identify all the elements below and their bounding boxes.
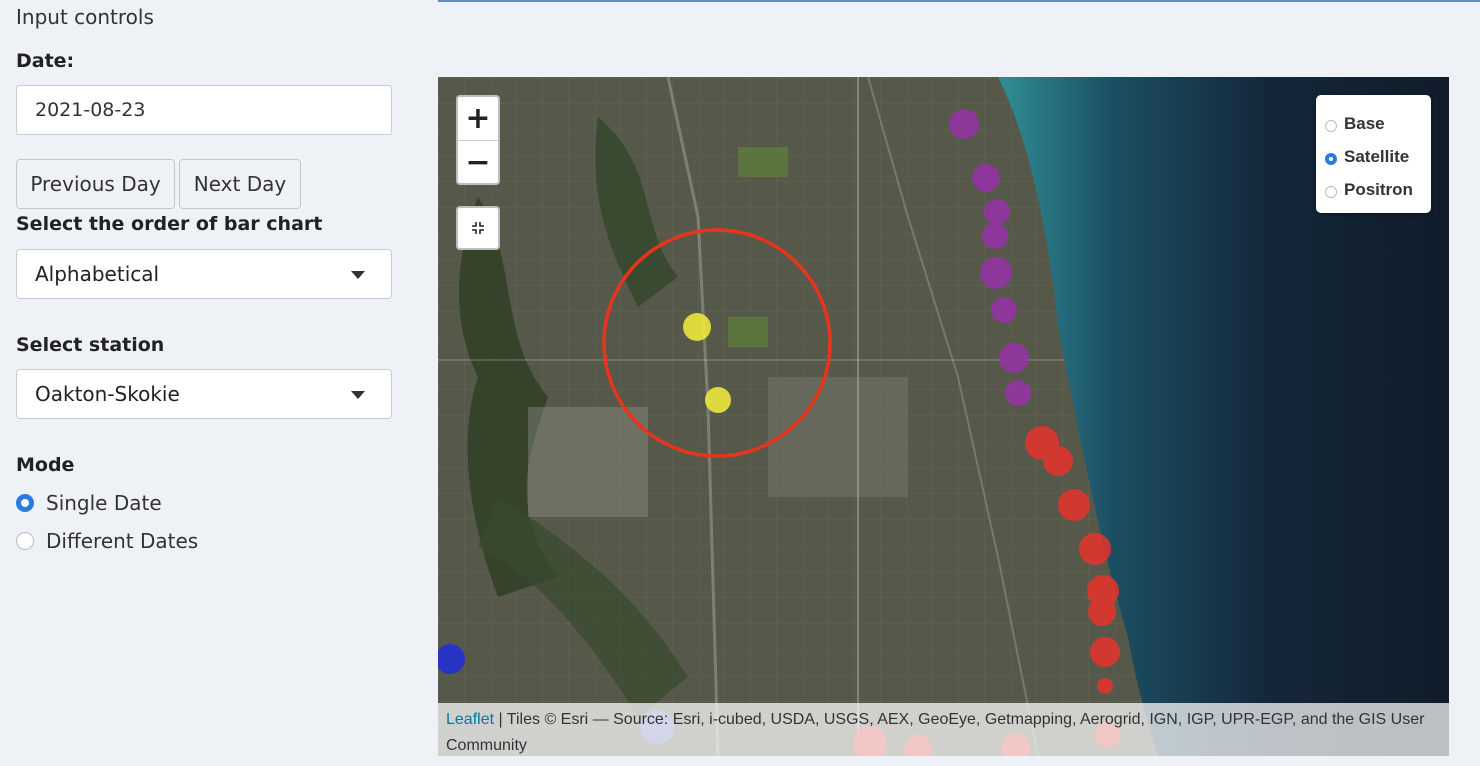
bar-order-value: Alphabetical xyxy=(35,262,160,286)
chevron-down-icon xyxy=(351,391,365,399)
sidebar-title: Input controls xyxy=(16,5,154,29)
mode-option-different-dates[interactable]: Different Dates xyxy=(16,529,198,553)
chevron-down-icon xyxy=(351,271,365,279)
zoom-control: + − xyxy=(456,95,500,185)
layer-option-positron[interactable]: Positron xyxy=(1325,173,1431,206)
mode-option-label: Single Date xyxy=(46,491,162,515)
leaflet-link[interactable]: Leaflet xyxy=(446,711,494,728)
radio-unselected-icon[interactable] xyxy=(16,532,34,550)
compress-icon[interactable] xyxy=(456,206,500,250)
layer-label: Positron xyxy=(1344,179,1413,199)
date-label: Date: xyxy=(16,50,75,72)
layer-option-satellite[interactable]: Satellite xyxy=(1325,140,1431,173)
attribution-text: | Tiles © Esri — Source: Esri, i-cubed, … xyxy=(446,711,1425,754)
station-select[interactable]: Oakton-Skokie xyxy=(16,369,392,419)
layer-label: Base xyxy=(1344,113,1385,133)
fullscreen-exit-icon xyxy=(472,222,484,234)
next-day-button[interactable]: Next Day xyxy=(179,159,301,209)
mode-option-label: Different Dates xyxy=(46,529,199,553)
zoom-out-button[interactable]: − xyxy=(458,141,498,183)
bar-order-label: Select the order of bar chart xyxy=(16,213,323,235)
date-input[interactable]: 2021-08-23 xyxy=(16,85,392,135)
radio-unselected-icon[interactable] xyxy=(1325,119,1337,132)
layer-control: Base Satellite Positron xyxy=(1316,95,1431,213)
input-sidebar: Input controls Date: 2021-08-23 Previous… xyxy=(0,0,420,766)
layer-label: Satellite xyxy=(1344,146,1410,166)
zoom-in-button[interactable]: + xyxy=(458,97,498,141)
radio-selected-icon[interactable] xyxy=(1325,152,1337,165)
map-panel[interactable]: + − Base Satellite Positron Leaflet | Ti… xyxy=(438,77,1449,756)
station-label: Select station xyxy=(16,334,165,356)
map-attribution: Leaflet | Tiles © Esri — Source: Esri, i… xyxy=(438,703,1449,756)
mode-option-single-date[interactable]: Single Date xyxy=(16,491,162,515)
previous-day-button[interactable]: Previous Day xyxy=(16,159,175,209)
layer-option-base[interactable]: Base xyxy=(1325,107,1431,140)
station-value: Oakton-Skokie xyxy=(35,382,180,406)
radio-unselected-icon[interactable] xyxy=(1325,185,1337,198)
mode-label: Mode xyxy=(16,454,75,476)
bar-order-select[interactable]: Alphabetical xyxy=(16,249,392,299)
header-border xyxy=(438,0,1480,2)
satellite-imagery xyxy=(438,77,1449,756)
radio-selected-icon[interactable] xyxy=(16,494,34,512)
